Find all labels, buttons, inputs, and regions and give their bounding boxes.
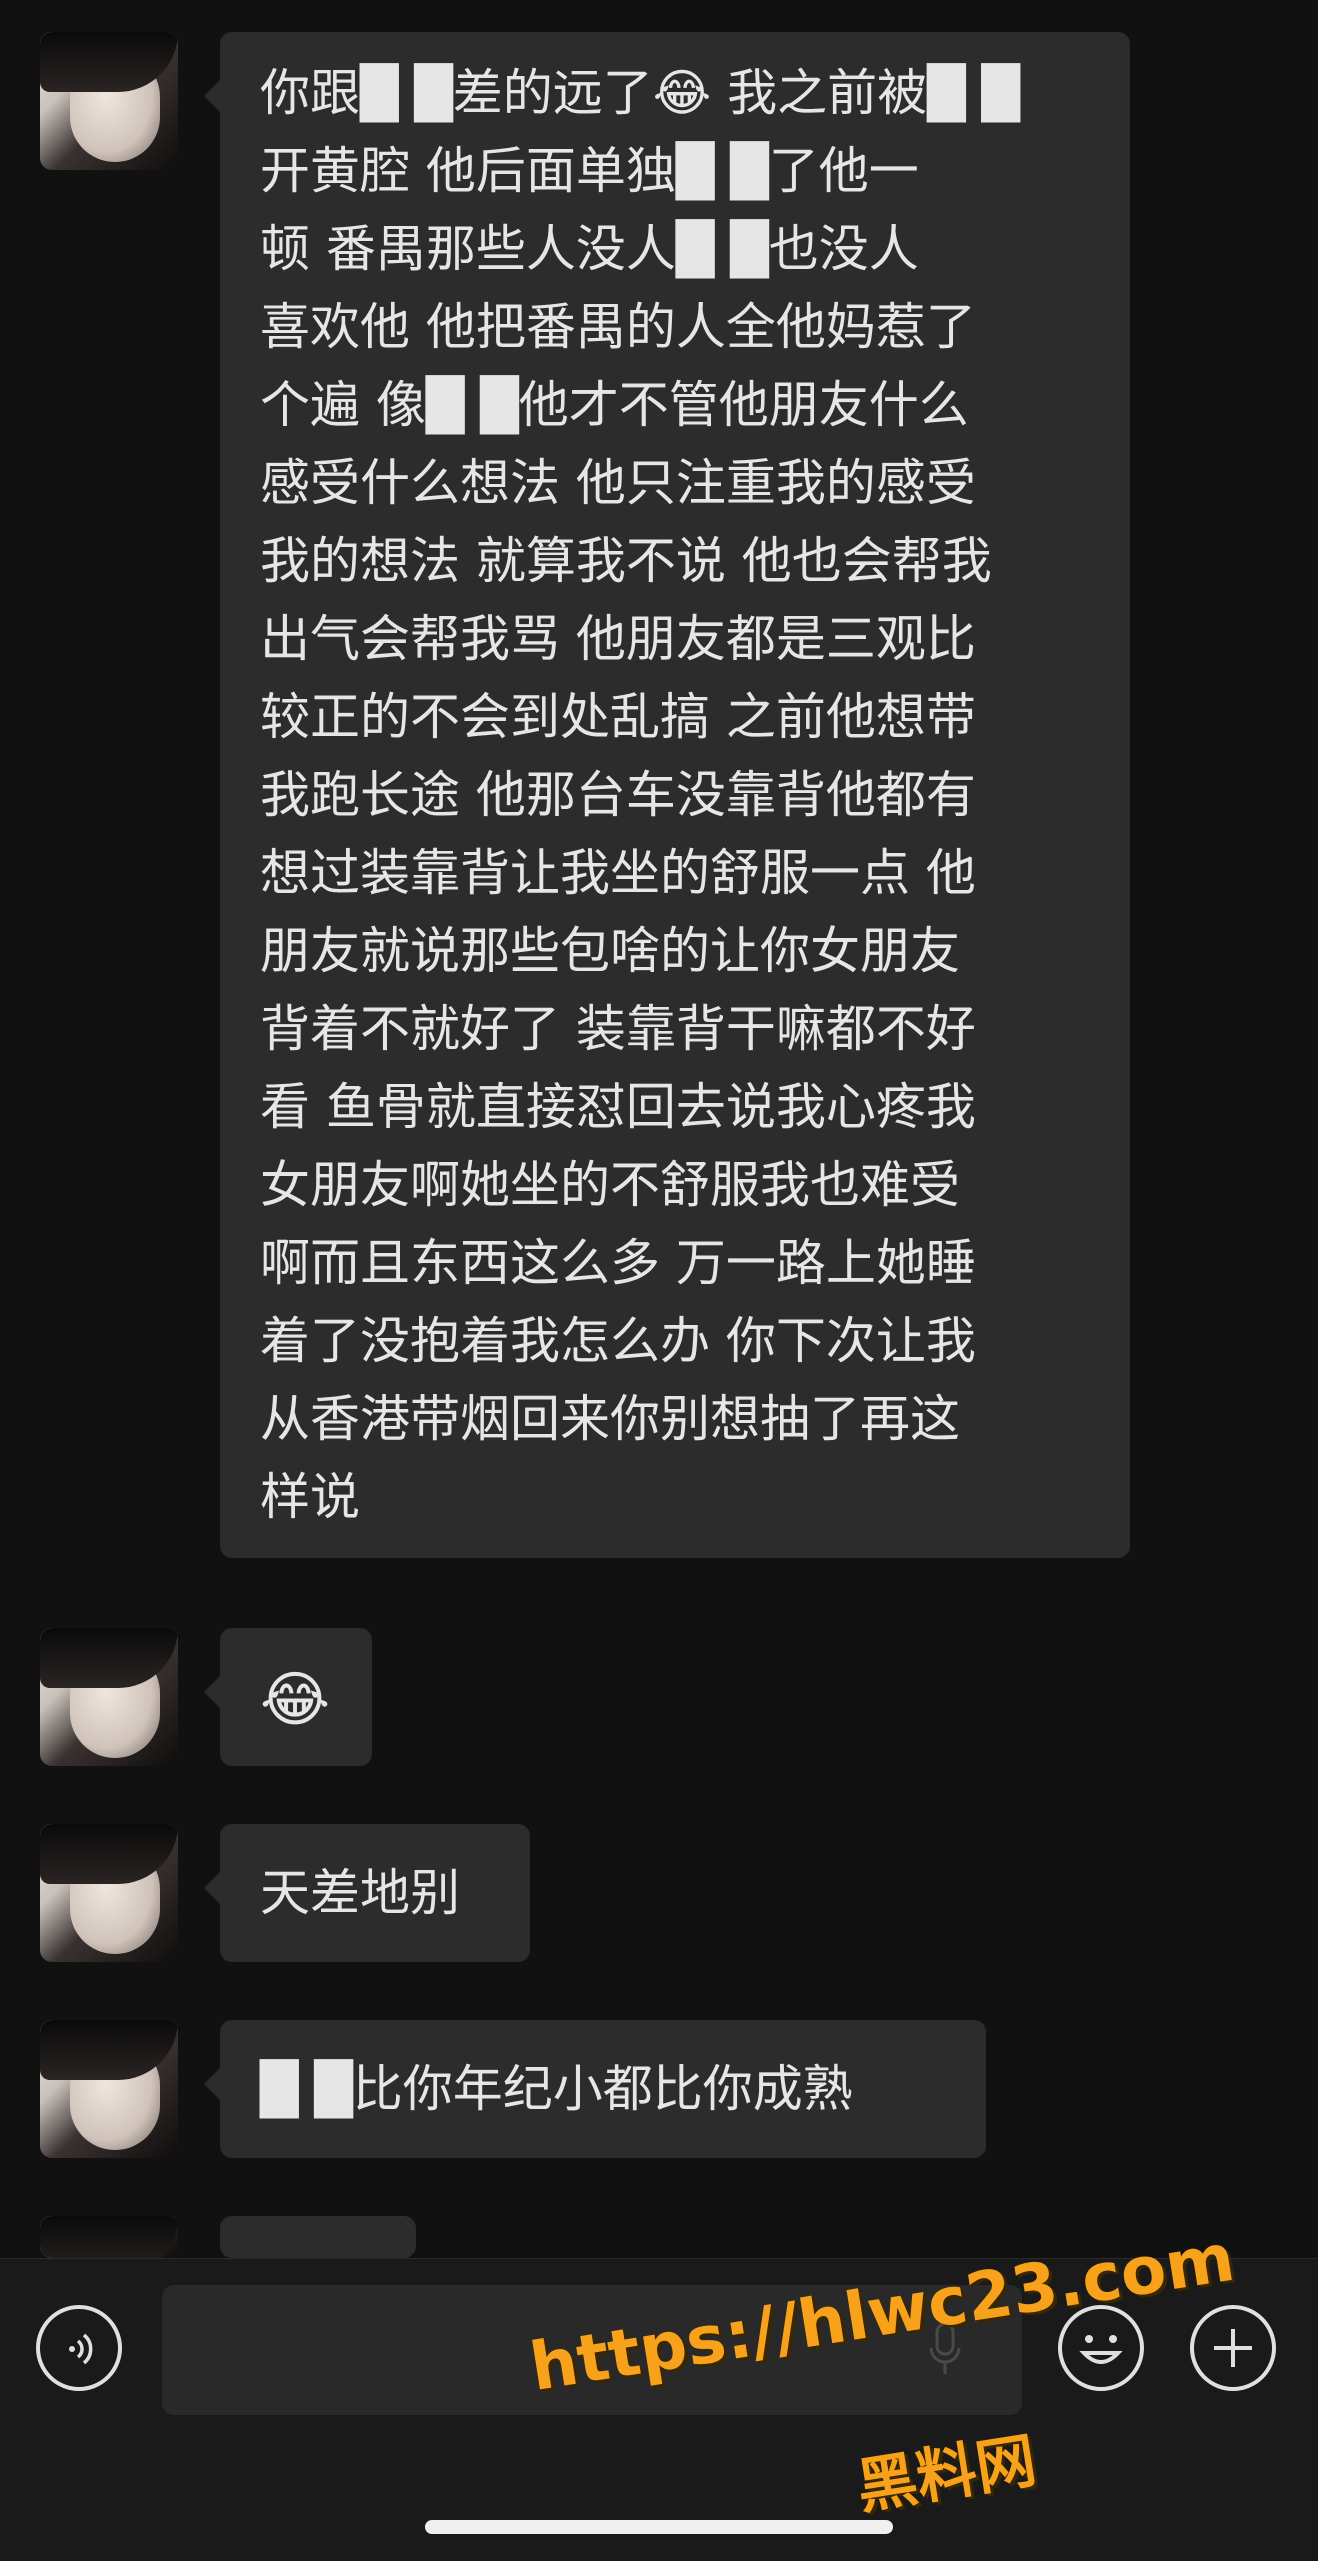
message-line: 你跟█ █差的远了😂 我之前被█ █ [260, 64, 1020, 122]
message-line: 感受什么想法 他只注重我的感受 [260, 454, 976, 512]
message-line: 我跑长途 他那台车没靠背他都有 [260, 766, 976, 824]
avatar[interactable] [40, 1628, 178, 1766]
plus-icon [1214, 2329, 1252, 2367]
avatar[interactable] [40, 32, 178, 170]
message-line: 开黄腔 他后面单独█ █了他一 [260, 142, 919, 200]
message-bubble[interactable] [204, 2216, 416, 2296]
message-bubble[interactable]: 天差地别 [204, 1824, 530, 1962]
voice-toggle-button[interactable] [36, 2305, 122, 2391]
message-text: 天差地别 [260, 1864, 460, 1922]
message-line: 样说 [260, 1468, 360, 1526]
message-line: 看 鱼骨就直接怼回去说我心疼我 [260, 1078, 976, 1136]
laugh-emoji-icon: 😂 [260, 1665, 331, 1735]
avatar-hair [40, 2216, 178, 2258]
message-bubble[interactable]: 😂 [204, 1628, 372, 1766]
message-line: 较正的不会到处乱搞 之前他想带 [260, 688, 976, 746]
message-line: 啊而且东西这么多 万一路上她睡 [260, 1234, 976, 1292]
home-indicator[interactable] [425, 2520, 893, 2534]
message-bubble[interactable]: 你跟█ █差的远了😂 我之前被█ █ 开黄腔 他后面单独█ █了他一 顿 番禺那… [204, 32, 1130, 1558]
message-line: 背着不就好了 装靠背干嘛都不好 [260, 1000, 976, 1058]
message-text: █ █比你年纪小都比你成熟 [260, 2060, 853, 2118]
avatar[interactable] [40, 1824, 178, 1962]
message-line: 个遍 像█ █他才不管他朋友什么 [260, 376, 969, 434]
more-actions-button[interactable] [1190, 2305, 1276, 2391]
message-bubble[interactable]: █ █比你年纪小都比你成熟 [204, 2020, 986, 2158]
avatar[interactable] [40, 2216, 178, 2258]
voice-icon [69, 2333, 93, 2365]
message-line: 女朋友啊她坐的不舒服我也难受 [260, 1156, 960, 1214]
message-line: 顿 番禺那些人没人█ █也没人 [260, 220, 919, 278]
message-line: 朋友就说那些包啥的让你女朋友 [260, 922, 960, 980]
avatar[interactable] [40, 2020, 178, 2158]
message-line: 喜欢他 他把番禺的人全他妈惹了 [260, 298, 976, 356]
message-line: 我的想法 就算我不说 他也会帮我 [260, 532, 992, 590]
message-line: 从香港带烟回来你别想抽了再这 [260, 1390, 960, 1448]
chat-area: 你跟█ █差的远了😂 我之前被█ █ 开黄腔 他后面单独█ █了他一 顿 番禺那… [0, 0, 1318, 2296]
message-line: 想过装靠背让我坐的舒服一点 他 [260, 844, 976, 902]
message-line: 出气会帮我骂 他朋友都是三观比 [260, 610, 976, 668]
message-line: 着了没抱着我怎么办 你下次让我 [260, 1312, 976, 1370]
